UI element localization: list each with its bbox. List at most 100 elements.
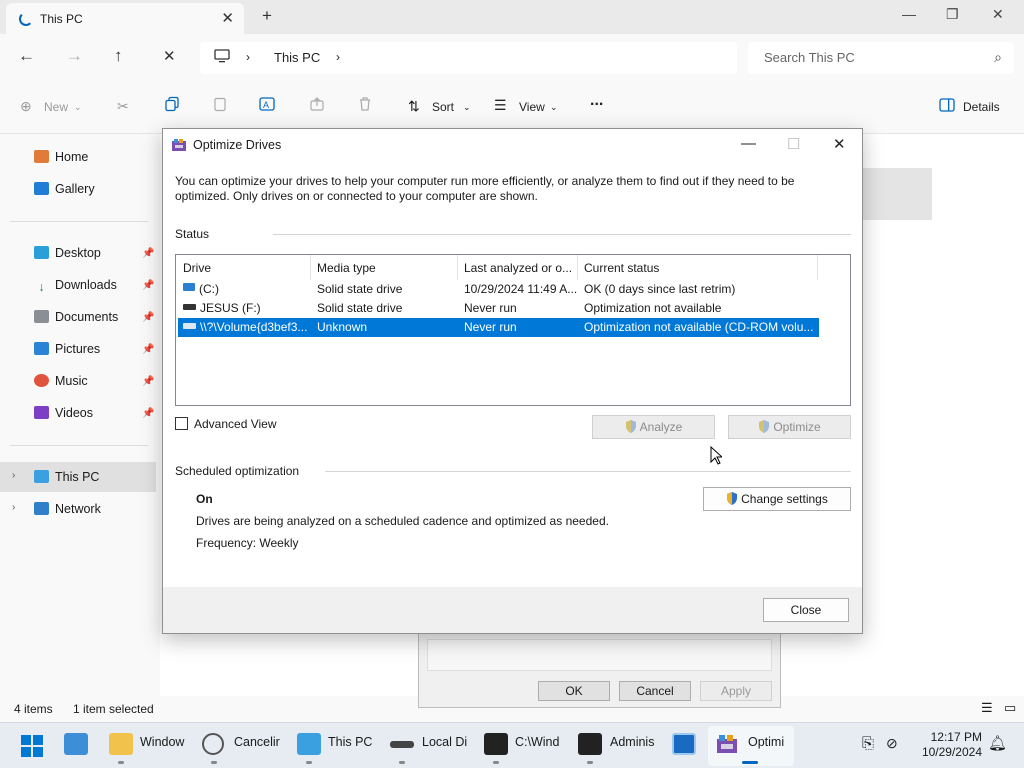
column-separator[interactable] <box>817 255 818 280</box>
nav-item-pictures[interactable]: Pictures <box>34 339 100 359</box>
folder-icon[interactable] <box>109 733 133 755</box>
nav-item-home[interactable]: Home <box>34 147 88 167</box>
taskbar-app-label[interactable]: Cancelir <box>234 735 280 749</box>
minimize-icon[interactable]: — <box>902 6 916 22</box>
cut-icon[interactable]: ✂ <box>117 98 129 115</box>
chevron-right-icon[interactable]: › <box>246 50 250 64</box>
analyze-button[interactable]: Analyze <box>592 415 715 439</box>
close-tab-icon[interactable]: ✕ <box>221 9 234 27</box>
chevron-right-icon[interactable]: › <box>12 470 15 481</box>
delete-icon[interactable] <box>358 96 372 115</box>
pin-icon[interactable]: 📌 <box>142 248 154 259</box>
up-arrow-icon[interactable]: ↑ <box>114 46 123 66</box>
taskbar-app-label[interactable]: C:\Wind <box>515 735 559 749</box>
taskbar-app-label[interactable]: Local Di <box>422 735 467 749</box>
sort-icon[interactable]: ⇅ <box>408 98 420 115</box>
rename-icon[interactable]: A <box>259 96 277 115</box>
pin-icon[interactable]: 📌 <box>142 280 154 291</box>
drive-row[interactable]: (C:) Solid state drive 10/29/2024 11:49 … <box>178 280 819 299</box>
running-indicator <box>306 761 312 764</box>
column-media-type[interactable]: Media type <box>317 261 376 275</box>
nav-item-desktop[interactable]: Desktop <box>34 243 101 263</box>
taskbar-app-label[interactable]: Optimi <box>748 735 784 749</box>
optimize-button[interactable]: Optimize <box>728 415 851 439</box>
shield-icon <box>726 490 738 505</box>
pin-icon[interactable]: 📌 <box>142 344 154 355</box>
ok-button[interactable]: OK <box>538 681 610 701</box>
close-window-icon[interactable]: ✕ <box>992 6 1004 23</box>
address-bar[interactable]: › This PC › <box>200 42 737 74</box>
paste-icon[interactable] <box>212 96 228 115</box>
column-drive[interactable]: Drive <box>183 261 211 275</box>
monitor-icon[interactable] <box>297 733 321 755</box>
pin-icon[interactable]: 📌 <box>142 408 154 419</box>
new-icon[interactable]: ⊕ <box>20 98 32 115</box>
pin-icon[interactable]: 📌 <box>142 312 154 323</box>
cancel-button[interactable]: Cancel <box>619 681 691 701</box>
column-last-analyzed[interactable]: Last analyzed or o... <box>464 261 572 275</box>
view-button[interactable]: View <box>519 100 545 114</box>
terminal-icon[interactable] <box>578 733 602 755</box>
nav-item-downloads[interactable]: ↓ Downloads <box>34 275 116 295</box>
terminal-icon[interactable] <box>484 733 508 755</box>
minimize-icon[interactable]: — <box>741 135 756 152</box>
taskbar-app-label[interactable]: This PC <box>328 735 372 749</box>
chevron-right-icon[interactable]: › <box>12 502 15 513</box>
drives-list[interactable]: Drive Media type Last analyzed or o... C… <box>175 254 851 406</box>
pin-icon[interactable]: 📌 <box>142 376 154 387</box>
maximize-icon[interactable]: ❐ <box>946 6 959 23</box>
windows-start-icon[interactable] <box>20 734 44 758</box>
search-box[interactable]: Search This PC ⌕ <box>748 42 1014 74</box>
new-tab-icon[interactable]: + <box>262 6 272 26</box>
taskbar-app-label[interactable]: Adminis <box>610 735 654 749</box>
sort-button[interactable]: Sort <box>432 100 454 114</box>
window-icon[interactable] <box>672 733 696 755</box>
forward-arrow-icon[interactable]: → <box>66 46 83 66</box>
tab-this-pc[interactable]: This PC ✕ <box>6 3 244 34</box>
back-arrow-icon[interactable]: ← <box>18 46 35 66</box>
nav-item-network[interactable]: Network <box>34 499 101 519</box>
column-separator[interactable] <box>457 255 458 280</box>
details-view-icon[interactable]: ☰ <box>981 700 993 716</box>
column-separator[interactable] <box>577 255 578 280</box>
column-separator[interactable] <box>310 255 311 280</box>
column-current-status[interactable]: Current status <box>584 261 659 275</box>
share-icon[interactable] <box>309 96 325 115</box>
nav-item-music[interactable]: Music <box>34 371 88 391</box>
clipboard-icon[interactable]: ⎘ <box>862 735 874 752</box>
details-button[interactable]: Details <box>963 100 1000 114</box>
network-status-icon[interactable]: ⊘ <box>886 735 898 752</box>
nav-item-gallery[interactable]: Gallery <box>34 179 95 199</box>
more-options-button[interactable]: ... <box>590 92 603 110</box>
close-icon[interactable]: ✕ <box>833 135 846 153</box>
selection-count: 1 item selected <box>73 702 154 716</box>
nav-item-videos[interactable]: Videos <box>34 403 93 423</box>
system-clock[interactable]: 12:17 PM 10/29/2024 <box>912 730 982 760</box>
chevron-right-icon[interactable]: › <box>336 50 340 64</box>
view-icon[interactable]: ☰ <box>494 97 507 114</box>
notification-bell-icon[interactable]: 🔔︎ <box>988 734 1007 752</box>
schedule-description: Drives are being analyzed on a scheduled… <box>196 514 609 528</box>
nav-item-documents[interactable]: Documents <box>34 307 118 327</box>
apply-button[interactable]: Apply <box>700 681 772 701</box>
advanced-view-label[interactable]: Advanced View <box>194 417 277 431</box>
drive-row-selected[interactable]: \\?\Volume{d3bef3... Unknown Never run O… <box>178 318 819 337</box>
defrag-icon[interactable] <box>716 733 740 755</box>
tiles-view-icon[interactable]: ▭ <box>1004 700 1016 716</box>
drive-row[interactable]: JESUS (F:) Solid state drive Never run O… <box>178 299 819 318</box>
breadcrumb[interactable]: This PC <box>274 50 320 65</box>
new-button[interactable]: New <box>44 100 68 114</box>
details-pane-icon[interactable] <box>939 98 955 115</box>
drive-tile[interactable] <box>862 168 932 220</box>
copy-icon[interactable] <box>164 96 180 115</box>
control-panel-icon[interactable] <box>64 733 88 755</box>
change-settings-button[interactable]: Change settings <box>703 487 851 511</box>
nav-item-this-pc[interactable]: This PC <box>34 467 99 487</box>
advanced-view-checkbox[interactable] <box>175 417 188 430</box>
drive-icon[interactable] <box>390 741 414 748</box>
close-button[interactable]: Close <box>763 598 849 622</box>
stop-icon[interactable]: ✕ <box>163 47 176 65</box>
chevron-down-icon: ⌄ <box>550 102 558 112</box>
taskbar-app-label[interactable]: Window <box>140 735 184 749</box>
clock-icon[interactable] <box>202 733 224 755</box>
